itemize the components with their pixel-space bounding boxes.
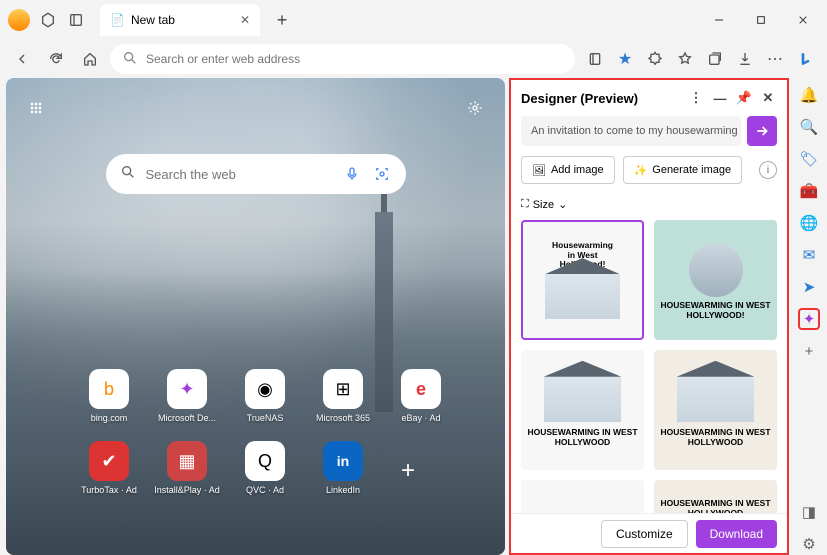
customize-button[interactable]: Customize: [601, 520, 688, 548]
edge-sidebar: 🔔 🔍 🏷 🧰 🌐 ✉ ➤ ✦ + ◨ ⚙: [791, 78, 827, 555]
browser-tab[interactable]: 📄 New tab ✕: [100, 4, 260, 36]
ntp-search-input[interactable]: [146, 167, 332, 182]
designer-sidebar-icon[interactable]: ✦: [798, 308, 820, 330]
crop-icon: ⛶: [521, 198, 529, 211]
tab-favicon: 📄: [110, 13, 125, 27]
search-icon: [122, 50, 138, 69]
back-button[interactable]: [8, 45, 36, 73]
tab-title: New tab: [131, 13, 175, 27]
address-bar[interactable]: [110, 44, 575, 74]
prompt-input[interactable]: An invitation to come to my housewarming…: [521, 116, 741, 146]
tile-linkedin[interactable]: inLinkedIn: [310, 441, 376, 501]
panel-title: Designer (Preview): [521, 91, 638, 106]
new-tab-button[interactable]: +: [268, 6, 296, 34]
settings-gear-icon[interactable]: [461, 94, 489, 122]
send-icon[interactable]: ➤: [798, 276, 820, 298]
outlook-icon[interactable]: ✉: [798, 244, 820, 266]
tile-game[interactable]: ▦Install&Play · Ad: [154, 441, 220, 501]
template-card[interactable]: HOUSEWARMING IN WEST HOLLYWOOD!: [654, 220, 777, 340]
tile-designer[interactable]: ✦Microsoft De...: [154, 369, 220, 429]
favorites-star-icon[interactable]: ★: [611, 45, 639, 73]
generate-button[interactable]: [747, 116, 777, 146]
generate-image-button[interactable]: ✨Generate image: [623, 156, 743, 184]
panel-minimize-icon[interactable]: —: [711, 89, 729, 107]
titlebar: 📄 New tab ✕ +: [0, 0, 827, 40]
tile-qvc[interactable]: QQVC · Ad: [232, 441, 298, 501]
download-button[interactable]: Download: [696, 520, 777, 548]
template-card[interactable]: Housewarming in West Hollywood!: [521, 220, 644, 340]
add-image-button[interactable]: 🖼Add image: [521, 156, 615, 184]
tile-ebay[interactable]: eeBay · Ad: [388, 369, 454, 429]
collections-icon[interactable]: [701, 45, 729, 73]
ntp-search[interactable]: [106, 154, 406, 194]
more-icon[interactable]: ⋯: [761, 45, 789, 73]
template-card[interactable]: HOUSEWARMING IN WEST HOLLYWOOD: [654, 350, 777, 470]
quick-links: bbing.com ✦Microsoft De... ◉TrueNAS ⊞Mic…: [76, 369, 454, 501]
template-card[interactable]: Housewarming in West Hollywood!: [521, 480, 644, 513]
reader-icon[interactable]: [581, 45, 609, 73]
maximize-button[interactable]: [741, 4, 781, 36]
tile-bing[interactable]: bbing.com: [76, 369, 142, 429]
profile-avatar[interactable]: [8, 9, 30, 31]
notifications-icon[interactable]: 🔔: [798, 84, 820, 106]
close-icon[interactable]: ✕: [240, 13, 250, 27]
tab-actions-icon[interactable]: [66, 10, 86, 30]
panel-close-icon[interactable]: ✕: [759, 89, 777, 107]
window-close-button[interactable]: [783, 4, 823, 36]
minimize-button[interactable]: [699, 4, 739, 36]
template-card[interactable]: HOUSEWARMING IN WEST HOLLYWOOD: [521, 350, 644, 470]
image-icon: 🖼: [532, 164, 546, 177]
tools-icon[interactable]: 🧰: [798, 180, 820, 202]
search-icon: [120, 164, 136, 185]
tile-truenas[interactable]: ◉TrueNAS: [232, 369, 298, 429]
address-input[interactable]: [146, 52, 563, 66]
panel-more-icon[interactable]: ⋮: [687, 89, 705, 107]
tag-icon[interactable]: 🏷: [798, 148, 820, 170]
bing-chat-icon[interactable]: [791, 45, 819, 73]
favorites-icon[interactable]: [671, 45, 699, 73]
visual-search-icon[interactable]: [372, 164, 392, 184]
add-sidebar-icon[interactable]: +: [798, 340, 820, 362]
info-icon[interactable]: i: [759, 161, 777, 179]
new-tab-page: bbing.com ✦Microsoft De... ◉TrueNAS ⊞Mic…: [6, 78, 505, 555]
sidebar-settings-icon[interactable]: ⚙: [798, 533, 820, 555]
template-grid: Housewarming in West Hollywood! HOUSEWAR…: [511, 220, 787, 513]
edge-icon[interactable]: 🌐: [798, 212, 820, 234]
hide-sidebar-icon[interactable]: ◨: [798, 501, 820, 523]
tile-m365[interactable]: ⊞Microsoft 365: [310, 369, 376, 429]
workspaces-icon[interactable]: [38, 10, 58, 30]
template-card[interactable]: HOUSEWARMING IN WEST HOLLYWOOD: [654, 480, 777, 513]
sparkle-icon: ✨: [634, 164, 648, 177]
size-dropdown[interactable]: ⛶Size⌄: [521, 198, 567, 211]
toolbar: ★ ⋯: [0, 40, 827, 78]
panel-pin-icon[interactable]: 📌: [735, 89, 753, 107]
add-tile-button[interactable]: +: [388, 451, 428, 491]
search-icon[interactable]: 🔍: [798, 116, 820, 138]
refresh-button[interactable]: [42, 45, 70, 73]
extensions-icon[interactable]: [641, 45, 669, 73]
chevron-down-icon: ⌄: [558, 198, 567, 211]
designer-panel: Designer (Preview) ⋮ — 📌 ✕ An invitation…: [509, 78, 789, 555]
apps-grid-icon[interactable]: [22, 94, 50, 122]
mic-icon[interactable]: [342, 164, 362, 184]
downloads-icon[interactable]: [731, 45, 759, 73]
tile-turbotax[interactable]: ✔TurboTax · Ad: [76, 441, 142, 501]
home-button[interactable]: [76, 45, 104, 73]
